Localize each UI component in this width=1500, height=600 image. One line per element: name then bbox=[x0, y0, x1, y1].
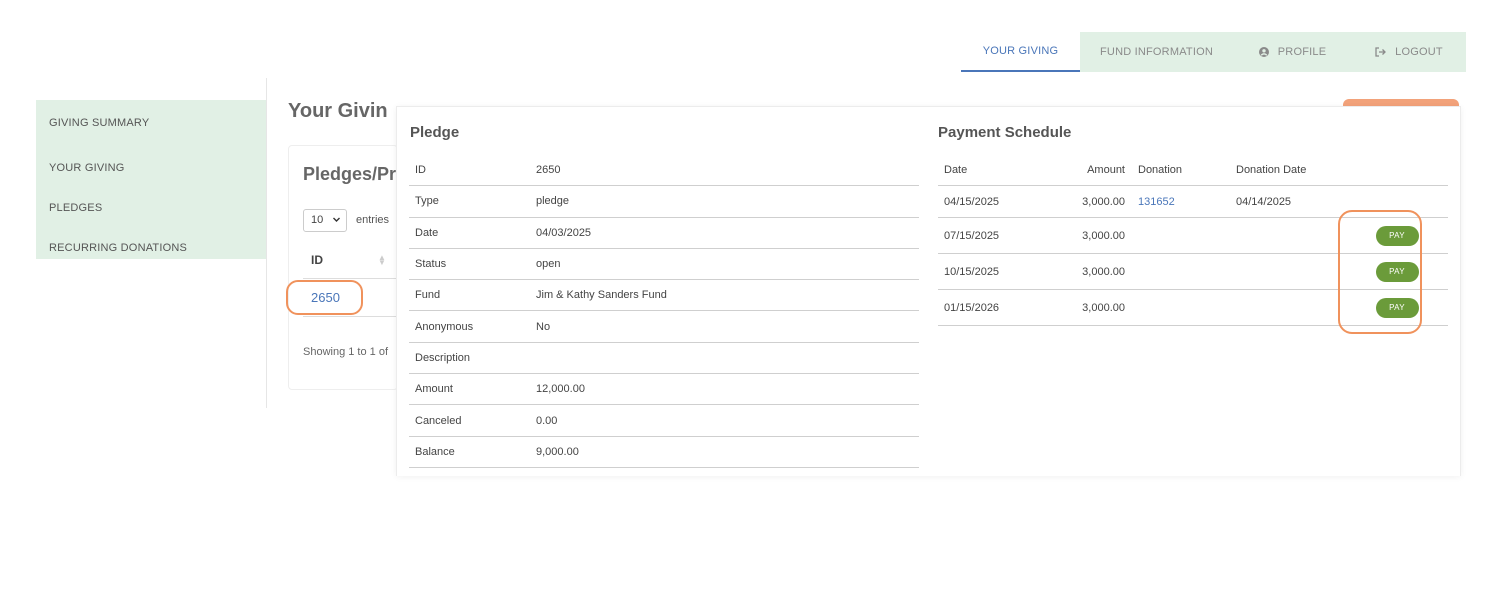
card-title: Pledges/Pr bbox=[303, 164, 397, 184]
schedule-header-row: Date Amount Donation Donation Date bbox=[938, 155, 1448, 186]
donation-link[interactable]: 131652 bbox=[1138, 196, 1236, 208]
pledge-row-amount: Amount 12,000.00 bbox=[409, 374, 919, 406]
pledge-row-id: ID 2650 bbox=[409, 155, 919, 187]
sort-icon[interactable]: ▲ ▼ bbox=[378, 254, 386, 267]
pledge-row-canceled: Canceled 0.00 bbox=[409, 405, 919, 437]
pledge-value: 0.00 bbox=[536, 414, 558, 427]
pledge-label: Anonymous bbox=[415, 320, 474, 333]
row-date: 04/15/2025 bbox=[944, 195, 1000, 208]
pledge-row-description: Description bbox=[409, 343, 919, 375]
chevron-down-icon bbox=[332, 215, 341, 227]
header-date: Date bbox=[944, 164, 968, 176]
pledge-label: Canceled bbox=[415, 414, 462, 427]
pledge-row-balance: Balance 9,000.00 bbox=[409, 437, 919, 468]
entries-label: entries bbox=[356, 214, 390, 226]
id-column-header[interactable]: ID bbox=[311, 253, 323, 267]
pledge-label: Description bbox=[415, 351, 471, 364]
pledge-row-date: Date 04/03/2025 bbox=[409, 218, 919, 249]
pledge-label: Type bbox=[415, 195, 439, 208]
pledge-value: pledge bbox=[536, 195, 570, 208]
top-navigation: YOUR GIVING FUND INFORMATION PROFILE LOG… bbox=[961, 32, 1466, 72]
sidebar-item-giving-summary[interactable]: GIVING SUMMARY bbox=[36, 108, 266, 148]
payment-schedule-title: Payment Schedule bbox=[938, 124, 1072, 141]
divider bbox=[303, 316, 398, 317]
showing-info: Showing 1 to 1 of bbox=[303, 346, 389, 358]
tab-your-giving[interactable]: YOUR GIVING bbox=[961, 32, 1080, 72]
highlight-annotation bbox=[1338, 210, 1422, 334]
pledge-value: 12,000.00 bbox=[536, 383, 585, 396]
tab-fund-information[interactable]: FUND INFORMATION bbox=[1080, 32, 1233, 72]
pledge-label: Amount bbox=[415, 383, 453, 396]
pledge-row-type: Type pledge bbox=[409, 186, 919, 218]
content-divider bbox=[266, 78, 267, 408]
sidebar-item-label: YOUR GIVING bbox=[49, 162, 125, 174]
page-length-select[interactable]: 10 bbox=[303, 209, 347, 232]
sidebar-item-label: GIVING SUMMARY bbox=[49, 117, 150, 129]
row-date: 10/15/2025 bbox=[944, 265, 1000, 278]
pledge-detail-modal: Pledge ID 2650 Type pledge Date 04/03/2025 … bbox=[396, 106, 1461, 476]
page-length-value: 10 bbox=[311, 214, 324, 226]
logout-icon bbox=[1375, 47, 1387, 57]
sidebar-item-label: PLEDGES bbox=[49, 202, 103, 214]
page-title: Your Givin bbox=[288, 100, 388, 122]
pledge-label: Balance bbox=[415, 445, 455, 458]
pledge-value: 9,000.00 bbox=[536, 445, 579, 458]
tab-profile[interactable]: PROFILE bbox=[1233, 32, 1352, 72]
pledge-row-status: Status open bbox=[409, 249, 919, 281]
sidebar-item-label: RECURRING DONATIONS bbox=[49, 242, 188, 254]
sidebar-item-recurring-donations[interactable]: RECURRING DONATIONS bbox=[36, 228, 266, 268]
pledge-label: ID bbox=[415, 164, 426, 177]
pledge-value: No bbox=[536, 320, 551, 333]
tab-profile-label: PROFILE bbox=[1277, 46, 1327, 58]
highlight-annotation bbox=[286, 280, 363, 315]
tab-logout-label: LOGOUT bbox=[1395, 46, 1443, 58]
tab-your-giving-label: YOUR GIVING bbox=[982, 45, 1059, 57]
pledge-label: Status bbox=[415, 258, 447, 271]
sidebar: GIVING SUMMARY YOUR GIVING PLEDGES RECUR… bbox=[36, 100, 266, 259]
row-amount: 3,000.00 bbox=[1082, 229, 1125, 242]
pledge-row-anonymous: Anonymous No bbox=[409, 311, 919, 343]
row-date: 07/15/2025 bbox=[944, 229, 1000, 242]
tab-logout[interactable]: LOGOUT bbox=[1352, 32, 1466, 72]
pledge-value: open bbox=[536, 258, 561, 271]
row-amount: 3,000.00 bbox=[1082, 301, 1125, 314]
pledge-label: Date bbox=[415, 226, 439, 239]
row-amount: 3,000.00 bbox=[1082, 195, 1125, 208]
pledge-label: Fund bbox=[415, 289, 441, 302]
row-date: 01/15/2026 bbox=[944, 301, 1000, 314]
row-amount: 3,000.00 bbox=[1082, 265, 1125, 278]
tab-fund-information-label: FUND INFORMATION bbox=[1100, 46, 1213, 58]
pledge-title: Pledge bbox=[410, 124, 460, 141]
pledge-value: Jim & Kathy Sanders Fund bbox=[536, 289, 667, 302]
sidebar-item-pledges[interactable]: PLEDGES bbox=[36, 188, 266, 228]
user-circle-icon bbox=[1258, 47, 1269, 57]
sidebar-item-your-giving[interactable]: YOUR GIVING bbox=[36, 148, 266, 188]
header-donation: Donation bbox=[1138, 164, 1183, 176]
row-donation-date: 04/14/2025 bbox=[1236, 195, 1292, 208]
pledge-row-fund: Fund Jim & Kathy Sanders Fund bbox=[409, 280, 919, 312]
pledge-value: 2650 bbox=[536, 164, 561, 177]
divider bbox=[303, 278, 398, 279]
pledge-details-table: ID 2650 Type pledge Date 04/03/2025 Status o… bbox=[409, 155, 919, 468]
header-amount: Amount bbox=[1087, 164, 1125, 176]
header-donation-date: Donation Date bbox=[1236, 164, 1307, 176]
pledge-value: 04/03/2025 bbox=[536, 226, 592, 239]
